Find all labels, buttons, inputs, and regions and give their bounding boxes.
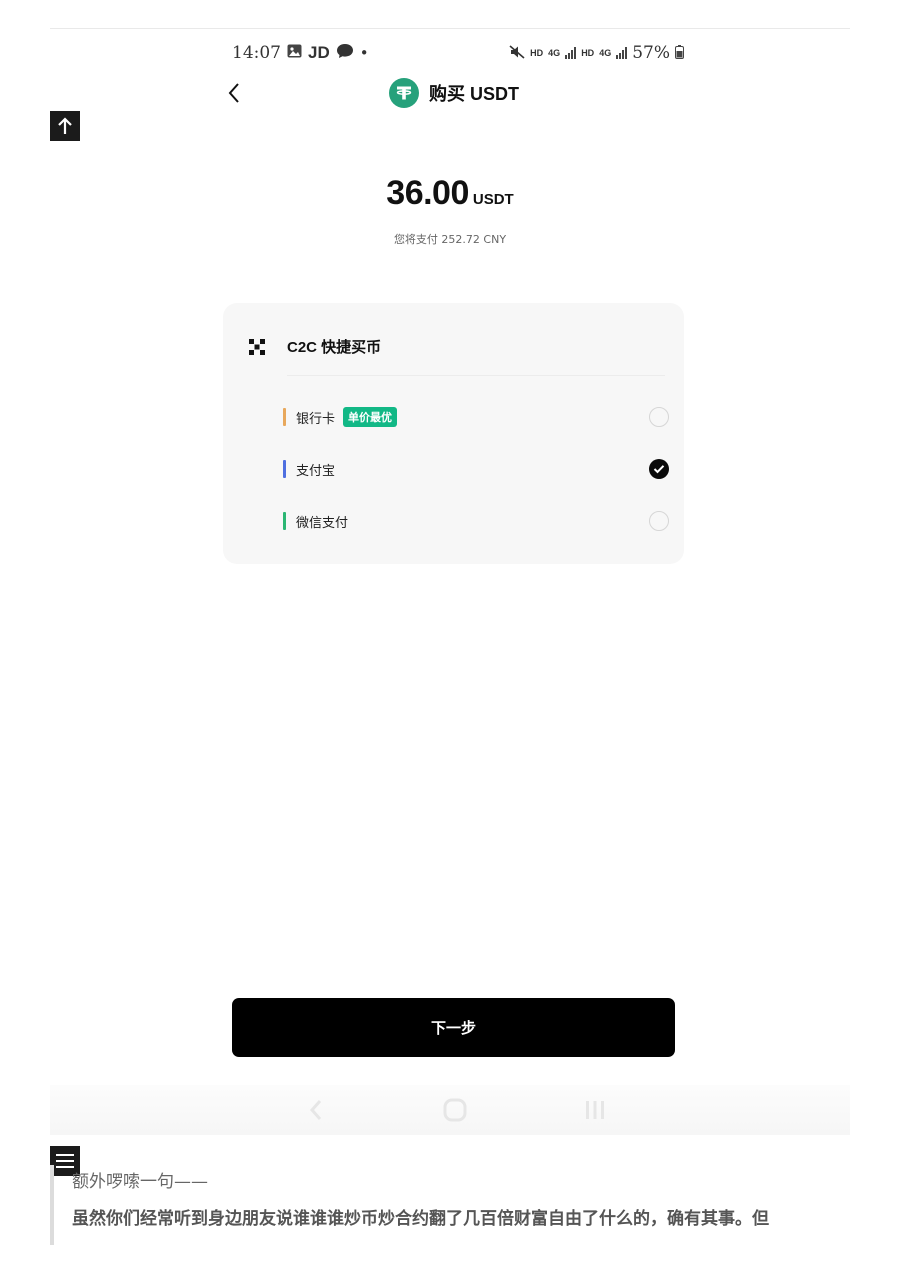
nav-recents-icon bbox=[586, 1101, 604, 1119]
gallery-icon bbox=[287, 44, 302, 62]
hd-indicator-1: HD bbox=[530, 48, 544, 58]
amount-value: 36.00 bbox=[386, 174, 469, 212]
tether-logo-icon bbox=[389, 78, 419, 108]
bank-card-radio[interactable] bbox=[649, 407, 669, 427]
back-button[interactable] bbox=[222, 78, 246, 108]
page-header: 购买 USDT bbox=[389, 77, 519, 109]
menu-line-icon bbox=[56, 1154, 74, 1156]
mute-icon bbox=[509, 45, 525, 61]
page-title: 购买 USDT bbox=[429, 84, 519, 104]
hd-indicator-2: HD bbox=[581, 48, 595, 58]
nav-home-button[interactable] bbox=[442, 1097, 468, 1123]
amount-display: 36.00 USDT bbox=[0, 174, 900, 213]
payment-option-wechat-pay[interactable]: 微信支付 bbox=[283, 505, 669, 537]
card-divider bbox=[287, 375, 665, 376]
top-divider bbox=[50, 28, 850, 29]
next-step-button[interactable]: 下一步 bbox=[232, 998, 675, 1057]
status-time: 14:07 bbox=[232, 43, 281, 63]
status-bar: 14:07 JD • HD 4G HD 4G 57% bbox=[232, 40, 684, 66]
c2c-icon bbox=[249, 339, 265, 355]
message-icon bbox=[336, 43, 354, 64]
alipay-color-bar bbox=[283, 460, 286, 478]
payment-option-alipay[interactable]: 支付宝 bbox=[283, 453, 669, 485]
chevron-left-icon bbox=[228, 83, 239, 103]
bank-card-label: 银行卡 bbox=[296, 411, 336, 427]
status-bar-left: 14:07 JD • bbox=[232, 43, 369, 64]
nav-home-icon bbox=[443, 1098, 467, 1122]
signal-icon-1 bbox=[565, 47, 577, 59]
arrow-up-icon bbox=[58, 117, 72, 134]
network-4g-1: 4G bbox=[548, 48, 561, 58]
network-4g-2: 4G bbox=[599, 48, 612, 58]
nav-recents-button[interactable] bbox=[582, 1097, 608, 1123]
status-bar-right: HD 4G HD 4G 57% bbox=[509, 43, 684, 63]
battery-percent: 57% bbox=[632, 43, 670, 63]
scroll-to-top-button[interactable] bbox=[50, 111, 80, 141]
menu-line-icon bbox=[56, 1160, 74, 1162]
nav-back-button[interactable] bbox=[303, 1097, 329, 1123]
amount-unit: USDT bbox=[472, 191, 514, 208]
checkmark-icon bbox=[653, 465, 665, 474]
signal-icon-2 bbox=[616, 47, 628, 59]
article-paragraph-1: 额外啰嗦一句—— bbox=[72, 1172, 208, 1192]
wechat-pay-radio[interactable] bbox=[649, 511, 669, 531]
alipay-radio-checked[interactable] bbox=[649, 459, 669, 479]
alipay-label: 支付宝 bbox=[296, 463, 336, 479]
payment-option-bank-card[interactable]: 银行卡 单价最优 bbox=[283, 401, 669, 433]
payment-method-card: C2C 快捷买币 银行卡 单价最优 支付宝 微信支付 bbox=[223, 303, 684, 564]
system-nav-bar bbox=[50, 1085, 850, 1135]
wechat-pay-label: 微信支付 bbox=[296, 515, 349, 531]
article-paragraph-2: 虽然你们经常听到身边朋友说谁谁谁炒币炒合约翻了几百倍财富自由了什么的，确有其事。… bbox=[72, 1209, 769, 1229]
wechat-pay-color-bar bbox=[283, 512, 286, 530]
nav-back-icon bbox=[309, 1100, 322, 1120]
battery-icon bbox=[675, 45, 684, 61]
bank-card-color-bar bbox=[283, 408, 286, 426]
blockquote-bar bbox=[50, 1165, 54, 1245]
jd-app-icon: JD bbox=[308, 43, 330, 62]
status-dot: • bbox=[359, 44, 369, 62]
best-price-badge: 单价最优 bbox=[343, 407, 398, 427]
c2c-title: C2C 快捷买币 bbox=[287, 339, 382, 356]
pay-amount-text: 您将支付 252.72 CNY bbox=[393, 233, 507, 246]
